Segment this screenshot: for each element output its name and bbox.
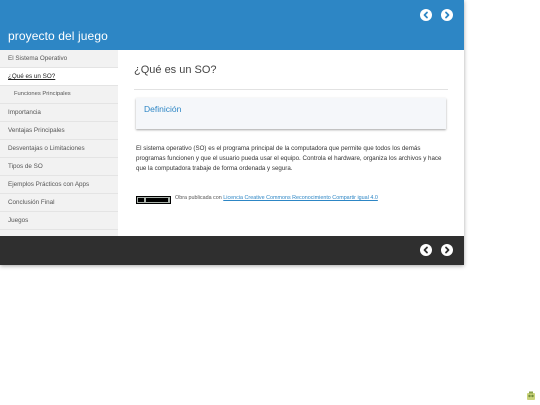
chevron-left-icon [423,11,428,19]
sidebar-item-tipos-de-so[interactable]: Tipos de SO [0,158,118,176]
sidebar-item-desventajas[interactable]: Desventajas o Limitaciones [0,140,118,158]
prev-page-button[interactable] [420,9,432,21]
cc-license-badge-icon[interactable] [136,196,171,204]
app-corner-icon[interactable] [526,391,536,401]
chevron-left-icon [423,246,428,254]
sidebar-item-el-sistema-operativo[interactable]: El Sistema Operativo [0,50,118,68]
sidebar-item-juegos[interactable]: Juegos [0,212,118,230]
license-prefix: Obra publicada con [175,195,224,201]
license-link[interactable]: Licencia Creative Commons Reconocimiento… [223,195,378,201]
sidebar-item-funciones-principales[interactable]: Funciones Principales [0,86,118,104]
header-bar: proyecto del juego [0,0,464,50]
sidebar-item-importancia[interactable]: Importancia [0,104,118,122]
footer-next-button[interactable] [441,244,453,256]
sidebar-item-conclusion-final[interactable]: Conclusión Final [0,194,118,212]
chevron-right-icon [445,11,450,19]
definition-text: El sistema operativo (SO) es el programa… [136,145,442,172]
footer-bar [0,236,464,265]
sidebar-item-ventajas-principales[interactable]: Ventajas Principales [0,122,118,140]
definition-title: Definición [144,104,182,114]
sidebar-nav: El Sistema Operativo ¿Qué es un SO? Func… [0,50,118,236]
title-divider [134,89,448,90]
license-line: Obra publicada con Licencia Creative Com… [175,195,378,201]
main-content: ¿Qué es un SO? Definición El sistema ope… [118,50,464,236]
sidebar-menu: El Sistema Operativo ¿Qué es un SO? Func… [0,50,118,230]
chevron-right-icon [445,246,450,254]
cc-badge-logo-part [138,198,144,202]
definition-box: Definición [136,98,446,129]
cc-badge-text-part [146,198,168,202]
sidebar-item-ejemplos-practicos[interactable]: Ejemplos Prácticos con Apps [0,176,118,194]
site-title[interactable]: proyecto del juego [8,29,108,43]
sidebar-item-que-es-un-so[interactable]: ¿Qué es un SO? [0,68,118,86]
page-container: proyecto del juego El Sistema Operativo … [0,0,464,265]
next-page-button[interactable] [441,9,453,21]
footer-prev-button[interactable] [420,244,432,256]
page-title: ¿Qué es un SO? [134,64,217,76]
